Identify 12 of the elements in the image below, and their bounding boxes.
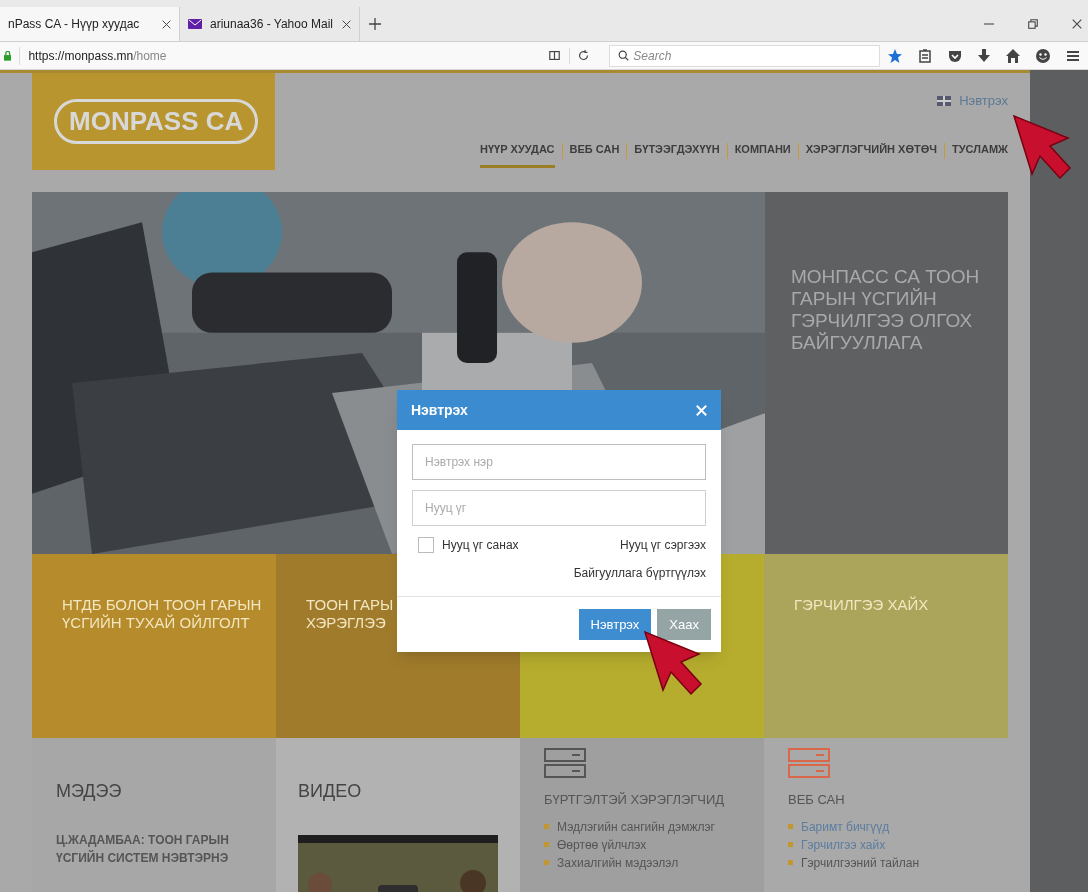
section-title: ВЕБ САН <box>788 791 846 809</box>
tile-label: ГЭРЧИЛГЭЭ ХАЙХ <box>794 596 930 614</box>
hero-headline: МОНПАСС СА ТООН ГАРЫН ҮСГИЙН ГЭРЧИЛГЭЭ ОЛГОХ БАЙГУУЛЛАГА <box>791 266 981 354</box>
dialog-title: Нэвтрэх <box>411 400 468 420</box>
tile-label: ТООН ГАРЫ <box>306 596 395 614</box>
tile-label: ХЭРЭГЛЭЭ <box>306 614 387 632</box>
tile-label: ҮСГИЙН ТУХАЙ ОЙЛГОЛТ <box>62 614 251 632</box>
section-title: БҮРТГЭЛТЭЙ ХЭРЭГЛЭГЧИД <box>544 791 726 809</box>
remember-label: Нууц үг санах <box>442 537 519 554</box>
video-title: ВИДЕО <box>298 780 363 803</box>
news-title: МЭДЭЭ <box>56 780 123 803</box>
tile-label: НТДБ БОЛОН ТООН ГАРЫН <box>62 596 263 614</box>
